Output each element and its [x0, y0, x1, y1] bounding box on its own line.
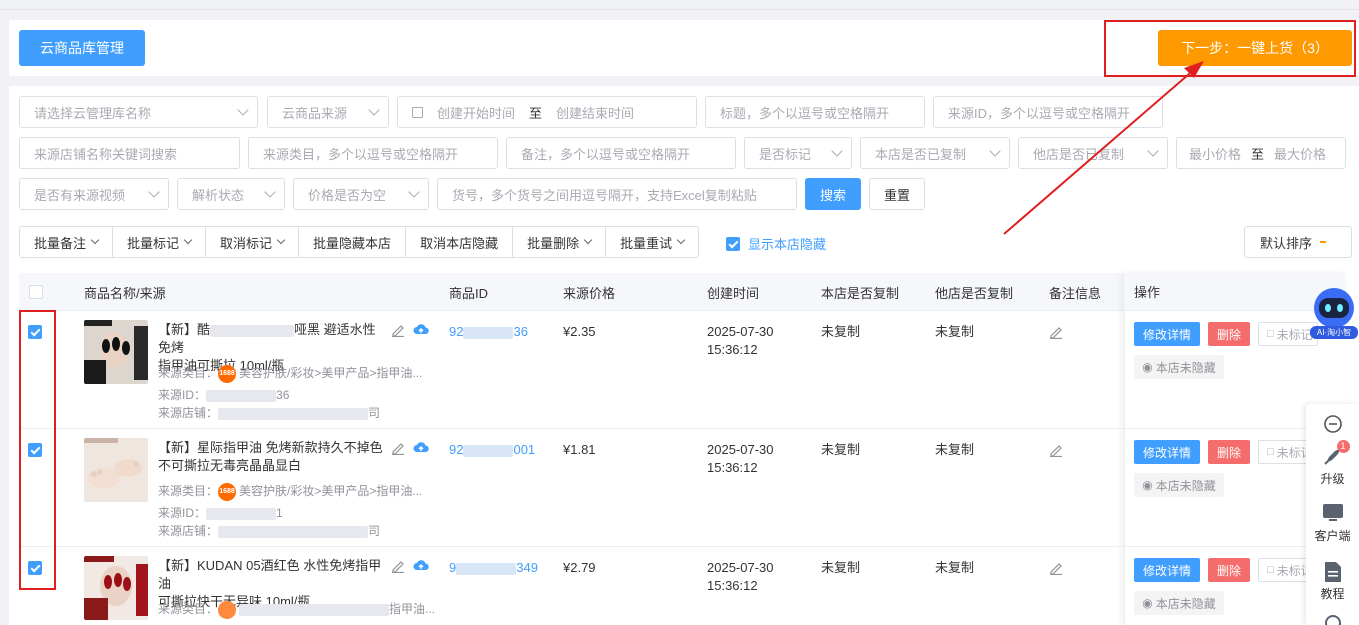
monitor-icon — [1322, 504, 1343, 521]
sidebar-item-tutorial[interactable]: 教程 — [1306, 561, 1359, 602]
sidebar-item-more[interactable] — [1306, 613, 1359, 625]
ai-assistant-robot[interactable]: AI·淘小智 — [1310, 286, 1358, 342]
circle-icon — [1324, 615, 1341, 625]
minus-circle-icon — [1323, 415, 1342, 433]
document-icon — [1324, 562, 1341, 582]
annotation-arrow — [1003, 61, 1204, 235]
collapse-button[interactable] — [1306, 414, 1359, 434]
sidebar-item-client[interactable]: 客户端 — [1306, 503, 1359, 544]
notification-badge: 1 — [1336, 440, 1350, 453]
sidebar-item-upgrade[interactable]: 1 升级 — [1306, 440, 1359, 487]
